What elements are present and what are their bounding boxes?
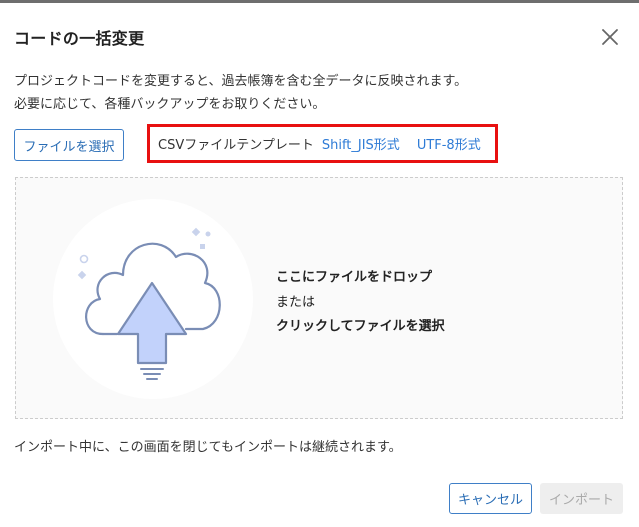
- cancel-button[interactable]: キャンセル: [449, 483, 532, 514]
- csv-template-label: CSVファイルテンプレート: [158, 138, 314, 153]
- drop-instruction-or: または: [276, 295, 316, 310]
- cloud-upload-icon: [77, 227, 221, 380]
- drop-instruction-primary: ここにファイルをドロップ: [276, 270, 433, 285]
- drop-instruction-click: クリックしてファイルを選択: [276, 319, 445, 334]
- import-note: インポート中に、この画面を閉じてもインポートは継続されます。: [14, 440, 402, 455]
- description-line-1: プロジェクトコードを変更すると、過去帳簿を含む全データに反映されます。: [14, 74, 468, 89]
- import-button[interactable]: インポート: [540, 483, 623, 514]
- close-icon[interactable]: [598, 25, 622, 49]
- description-line-2: 必要に応じて、各種バックアップをお取りください。: [14, 97, 326, 112]
- utf8-template-link[interactable]: UTF-8形式: [417, 134, 481, 153]
- select-file-button[interactable]: ファイルを選択: [14, 129, 124, 161]
- bulk-code-change-dialog: コードの一括変更 プロジェクトコードを変更すると、過去帳簿を含む全データに反映さ…: [0, 3, 639, 527]
- csv-template-highlight: CSVファイルテンプレート Shift_JIS形式 UTF-8形式: [147, 124, 498, 163]
- shift-jis-template-link[interactable]: Shift_JIS形式: [322, 134, 400, 153]
- file-drop-zone[interactable]: ここにファイルをドロップ または クリックしてファイルを選択: [15, 177, 623, 419]
- dialog-title: コードの一括変更: [14, 29, 145, 48]
